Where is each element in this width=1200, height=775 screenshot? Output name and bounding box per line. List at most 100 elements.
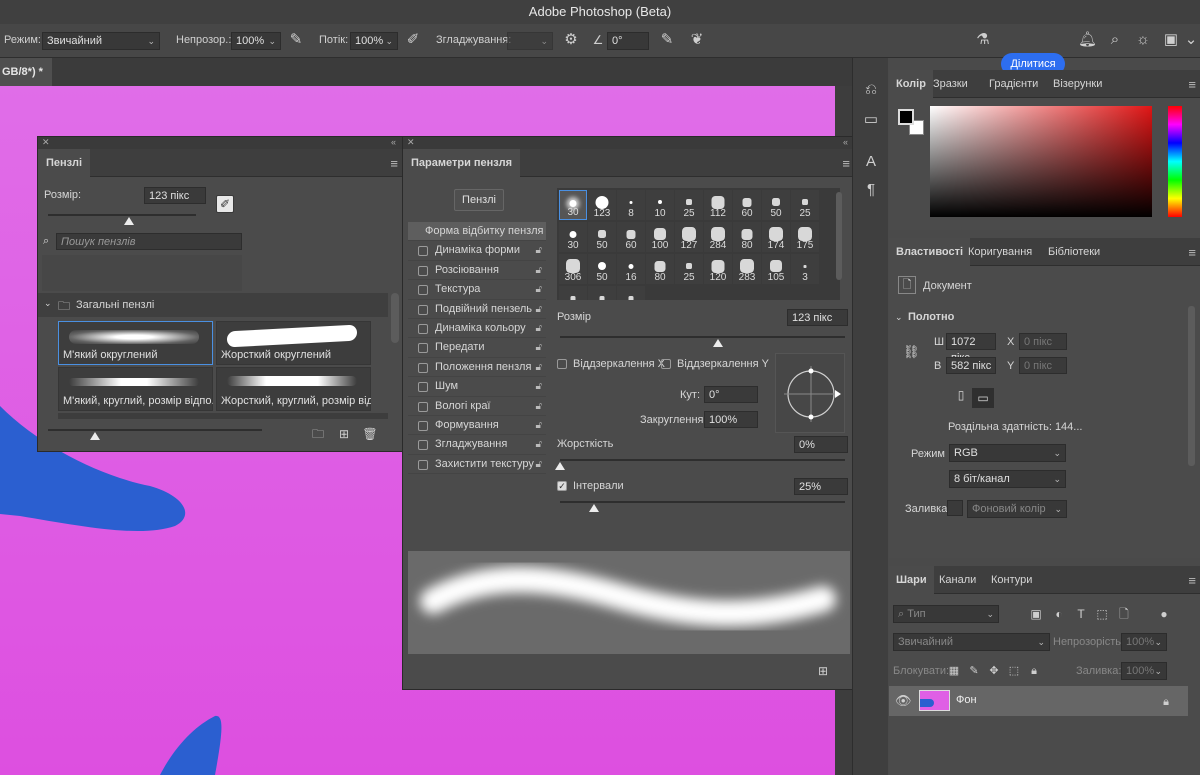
bit-depth-dropdown[interactable]: 8 біт/канал ⌄: [949, 470, 1066, 488]
tip-grid-scrollbar[interactable]: [836, 192, 842, 280]
tab-brush-settings[interactable]: Параметри пензля: [403, 149, 521, 177]
layer-opacity-field[interactable]: 100% ⌄: [1121, 633, 1167, 651]
collapse-icon[interactable]: «: [391, 137, 396, 147]
angle-field[interactable]: 0°: [607, 32, 649, 50]
smoothing-field[interactable]: ⌄: [507, 32, 553, 50]
brush-tip[interactable]: 123: [588, 190, 616, 220]
panel-menu-icon[interactable]: ≡: [390, 156, 398, 171]
lock-icon[interactable]: 🔓︎: [536, 241, 542, 260]
brush-item[interactable]: Жорсткий, круглий, розмір від...: [216, 367, 371, 411]
color-mode-dropdown[interactable]: RGB ⌄: [949, 444, 1066, 462]
brush-search-input[interactable]: Пошук пензлів: [56, 233, 242, 250]
brush-tip[interactable]: 30: [559, 222, 587, 252]
document-tab[interactable]: GB/8*) *: [0, 58, 52, 86]
size-slider-thumb[interactable]: [124, 217, 134, 225]
landscape-icon[interactable]: ▭: [972, 388, 994, 408]
tip-size-slider[interactable]: [560, 336, 845, 338]
tab-libraries[interactable]: Бібліотеки: [1041, 238, 1107, 266]
height-field[interactable]: 582 пікс: [946, 357, 996, 374]
beaker-icon[interactable]: ⚗: [974, 32, 992, 48]
size-field[interactable]: 123 пікс: [144, 187, 206, 204]
lock-position-icon[interactable]: ✥: [987, 663, 1001, 679]
roundness-handle[interactable]: [808, 368, 814, 374]
x-field[interactable]: 0 пікс: [1019, 333, 1067, 350]
settings-item[interactable]: Шум 🔓︎: [408, 377, 546, 397]
chevron-down-icon[interactable]: ⌄: [1184, 32, 1198, 48]
checkbox[interactable]: [418, 323, 428, 334]
settings-item[interactable]: Положення пензля 🔓︎: [408, 358, 546, 378]
roundness-field[interactable]: 100%: [704, 411, 758, 428]
settings-item[interactable]: Текстура 🔓︎: [408, 280, 546, 300]
checkbox[interactable]: [418, 440, 428, 451]
checkbox[interactable]: [418, 401, 428, 412]
settings-item[interactable]: Вологі краї 🔓︎: [408, 397, 546, 416]
gear-icon[interactable]: ⚙: [562, 32, 580, 48]
flip-y-checkbox[interactable]: [661, 359, 671, 369]
lock-icon[interactable]: 🔓︎: [536, 455, 542, 474]
settings-item[interactable]: Згладжування 🔓︎: [408, 435, 546, 455]
brush-tip[interactable]: 16: [617, 254, 645, 284]
folder-icon[interactable]: 🗀︎: [310, 426, 326, 442]
checkbox[interactable]: [418, 265, 428, 276]
checkbox[interactable]: [418, 459, 428, 470]
preview-size-thumb[interactable]: [90, 432, 100, 440]
checkbox[interactable]: [418, 343, 428, 354]
brush-tip[interactable]: 175: [791, 222, 819, 252]
lock-icon[interactable]: 🔓︎: [536, 300, 542, 319]
tab-channels[interactable]: Канали: [932, 566, 983, 594]
spacing-thumb[interactable]: [589, 504, 599, 512]
brush-group-header[interactable]: ⌄ 🗀︎ Загальні пензлі: [38, 293, 388, 317]
brush-tip[interactable]: 60: [733, 190, 761, 220]
settings-item[interactable]: Захистити текстуру 🔓︎: [408, 455, 546, 475]
paragraph-icon[interactable]: ¶: [863, 182, 879, 198]
settings-item[interactable]: Розсіювання 🔓︎: [408, 261, 546, 281]
tab-patterns[interactable]: Візерунки: [1046, 70, 1109, 98]
checkbox[interactable]: [418, 304, 428, 315]
bell-icon[interactable]: 🔔︎: [1078, 32, 1097, 48]
eye-icon[interactable]: 👁︎: [895, 693, 912, 709]
brush-tip[interactable]: 283: [733, 254, 761, 284]
checkbox[interactable]: [418, 246, 428, 257]
width-field[interactable]: 1072 пікс: [946, 333, 996, 364]
tip-size-thumb[interactable]: [713, 339, 723, 347]
checkbox[interactable]: [418, 362, 428, 373]
lightbulb-icon[interactable]: ☼: [1134, 32, 1152, 48]
panel-menu-icon[interactable]: ≡: [1188, 245, 1196, 260]
search-icon[interactable]: ⌕: [1106, 32, 1124, 48]
color-field[interactable]: [930, 106, 1152, 217]
brush-preview-toggle-icon[interactable]: ✐: [216, 195, 234, 213]
spacing-field[interactable]: 25%: [794, 478, 848, 495]
spacing-slider[interactable]: [560, 501, 845, 503]
lock-icon[interactable]: 🔓︎: [536, 377, 542, 396]
layer-row[interactable]: 👁︎ Фон 🔒︎: [889, 686, 1188, 716]
new-brush-icon[interactable]: ⊞: [816, 663, 830, 679]
y-field[interactable]: 0 пікс: [1019, 357, 1067, 374]
pressure-size-icon[interactable]: ✎: [658, 32, 676, 48]
brush-tip[interactable]: 105: [762, 254, 790, 284]
lock-icon[interactable]: 🔓︎: [536, 338, 542, 357]
lock-icon[interactable]: 🔒︎: [1159, 694, 1173, 710]
chevron-down-icon[interactable]: ⌄: [44, 298, 52, 309]
lock-icon[interactable]: 🔓︎: [536, 280, 542, 299]
adjustment-filter-icon[interactable]: ◐: [1052, 606, 1066, 622]
symmetry-icon[interactable]: ❦: [688, 32, 706, 48]
lock-icon[interactable]: 🔓︎: [536, 358, 542, 377]
settings-item[interactable]: Динаміка кольору 🔓︎: [408, 319, 546, 339]
brush-item[interactable]: М'який округлений: [58, 321, 213, 365]
add-icon[interactable]: ⊞: [336, 426, 352, 442]
brush-list-scrollbar[interactable]: [391, 293, 399, 343]
smart-object-filter-icon[interactable]: 🗋︎: [1117, 606, 1131, 622]
lock-transparency-icon[interactable]: ▦: [947, 663, 961, 679]
brushes-button[interactable]: Пензлі: [454, 189, 504, 211]
panel-menu-icon[interactable]: ≡: [842, 156, 850, 171]
settings-item[interactable]: Передати 🔓︎: [408, 338, 546, 358]
workspace-icon[interactable]: ▣: [1162, 32, 1180, 48]
airbrush-icon[interactable]: ✐: [404, 32, 422, 48]
brush-tip[interactable]: 25: [675, 254, 703, 284]
brush-tip[interactable]: 50: [762, 190, 790, 220]
properties-scrollbar[interactable]: [1188, 306, 1195, 466]
comment-icon[interactable]: ▭: [863, 112, 879, 128]
blend-mode-dropdown[interactable]: Звичайний ⌄: [893, 633, 1050, 651]
brush-tip[interactable]: 10: [646, 190, 674, 220]
lock-icon[interactable]: 🔓︎: [536, 261, 542, 280]
